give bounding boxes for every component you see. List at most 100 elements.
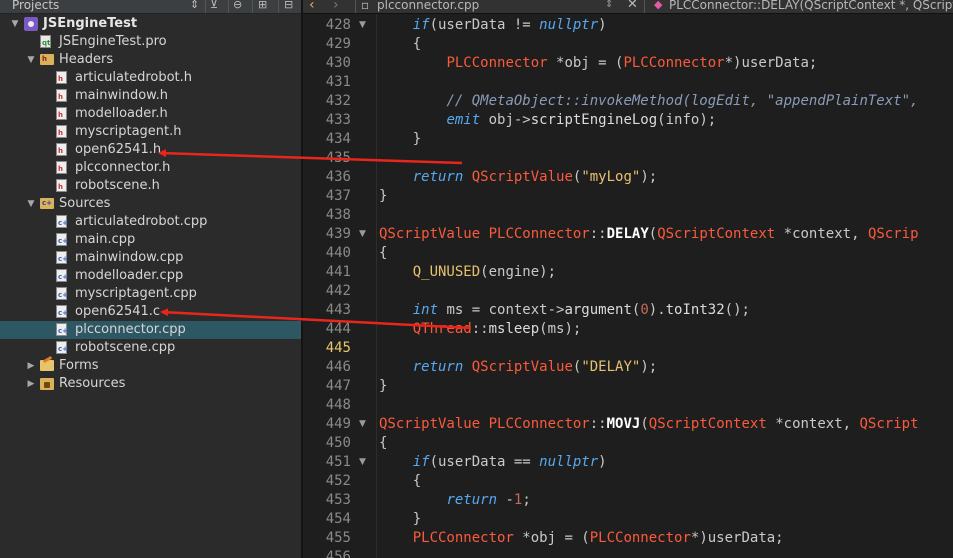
tree-row[interactable]: ▶ Resources — [0, 375, 301, 393]
tree-row[interactable]: h modelloader.h — [0, 105, 301, 123]
fold-marker-icon[interactable]: ▼ — [359, 16, 369, 35]
code-line: QScriptValue PLCConnector::MOVJ(QScriptC… — [379, 415, 919, 434]
nav-back-icon[interactable]: ‹ — [309, 0, 315, 12]
pro-file-icon: qt — [40, 35, 51, 48]
line-number: 441 — [325, 264, 351, 280]
tree-item-label: articulatedrobot.h — [75, 70, 193, 85]
line-number: 437 — [325, 188, 351, 204]
line-number: 439 — [325, 226, 351, 242]
code-token: *obj = ( — [513, 530, 590, 546]
code-token: :: — [589, 226, 607, 242]
tree-row[interactable]: ▼ c+ Sources — [0, 195, 301, 213]
filter-icon[interactable]: ⊻ — [210, 0, 218, 12]
code-token: PLCConnector — [446, 55, 548, 71]
source-file-icon: c+ — [56, 269, 68, 282]
file-dropdown-icon[interactable]: ⇕ — [605, 0, 613, 12]
code-token: return — [412, 359, 464, 375]
code-line: return QScriptValue("myLog"); — [379, 168, 657, 187]
fold-marker-icon[interactable]: ▼ — [359, 415, 369, 434]
line-number-gutter: 428 ▼ 429 430 431 432 433 434 435 436 437 438 439 ▼ 44… — [303, 14, 376, 558]
tree-item-label: plcconnector.cpp — [75, 322, 186, 337]
line-number: 438 — [325, 207, 351, 223]
tree-row[interactable]: c+ open62541.c — [0, 303, 301, 321]
projects-panel-title: Projects — [12, 0, 60, 12]
collapse-arrow-icon[interactable]: ▶ — [26, 375, 36, 393]
split-icon[interactable]: ⊞ — [258, 0, 267, 12]
source-file-icon: c+ — [56, 251, 68, 264]
code-line: { — [379, 434, 387, 453]
line-number: 435 — [325, 150, 351, 166]
tree-row[interactable]: ▼ h Headers — [0, 51, 301, 69]
code-token: ) — [598, 454, 607, 470]
code-token: int — [412, 302, 439, 318]
code-line: { — [379, 472, 421, 491]
chevron-updown-icon[interactable]: ⇕ — [190, 0, 199, 12]
expand-arrow-icon[interactable]: ▼ — [10, 15, 20, 33]
code-token: *context, — [766, 416, 860, 432]
expand-arrow-icon[interactable]: ▼ — [26, 51, 36, 69]
tree-item-label: mainwindow.h — [75, 88, 168, 103]
code-editor: ‹ › ▫ plcconnector.cpp ⇕ ✕ ◆ PLCConnecto… — [303, 0, 953, 558]
source-file-icon: c+ — [56, 323, 68, 336]
tree-item-label: Headers — [59, 52, 114, 67]
tree-row[interactable]: c+ robotscene.cpp — [0, 339, 301, 357]
code-token: nullptr — [539, 454, 599, 470]
tree-item-label: mainwindow.cpp — [75, 250, 184, 265]
tree-row[interactable]: c+ mainwindow.cpp — [0, 249, 301, 267]
code-token: QScriptValue — [471, 359, 573, 375]
code-token: { — [379, 245, 388, 261]
code-token: ); — [640, 359, 658, 375]
code-token: scriptEngineLog — [530, 112, 658, 128]
function-breadcrumb[interactable]: PLCConnector::DELAY(QScriptContext *, QS… — [669, 0, 953, 12]
tree-row[interactable]: c+ plcconnector.cpp — [0, 321, 301, 339]
source-file-icon: c+ — [56, 215, 68, 228]
headers-folder-icon: h — [40, 54, 54, 65]
code-token: msleep — [488, 321, 540, 337]
tree-row[interactable]: c+ modelloader.cpp — [0, 267, 301, 285]
code-token: Q_UNUSED — [412, 264, 481, 280]
tree-row[interactable]: c+ articulatedrobot.cpp — [0, 213, 301, 231]
tree-item-label: modelloader.cpp — [75, 268, 184, 283]
fold-marker-icon[interactable]: ▼ — [359, 453, 369, 472]
tree-row[interactable]: ▶ Forms — [0, 357, 301, 375]
tree-row[interactable]: h mainwindow.h — [0, 87, 301, 105]
fold-marker-icon[interactable]: ▼ — [359, 225, 369, 244]
tree-item-label: myscriptagent.cpp — [75, 286, 197, 301]
tree-row[interactable]: c+ myscriptagent.cpp — [0, 285, 301, 303]
tree-item-label: myscriptagent.h — [75, 124, 182, 139]
tree-row[interactable]: qt JSEngineTest.pro — [0, 33, 301, 51]
tree-row[interactable]: c+ main.cpp — [0, 231, 301, 249]
code-text-area[interactable]: if(userData != nullptr) { PLCConnector *… — [377, 14, 953, 558]
close-panel-icon[interactable]: ⊟ — [284, 0, 293, 12]
line-number: 428 — [325, 17, 351, 33]
nav-forward-icon[interactable]: › — [333, 0, 339, 12]
close-file-icon[interactable]: ✕ — [627, 0, 638, 12]
link-icon[interactable]: ⊖ — [233, 0, 242, 12]
tree-row[interactable]: h articulatedrobot.h — [0, 69, 301, 87]
tree-item-label: modelloader.h — [75, 106, 168, 121]
tree-row[interactable]: h robotscene.h — [0, 177, 301, 195]
line-number: 433 — [325, 112, 351, 128]
tree-row[interactable]: h open62541.h — [0, 141, 301, 159]
open-file-name[interactable]: plcconnector.cpp — [377, 0, 479, 12]
code-token: PLCConnector — [412, 530, 514, 546]
expand-arrow-icon[interactable]: ▼ — [26, 195, 36, 213]
tree-item-label: Forms — [59, 358, 99, 373]
code-token: { — [379, 473, 422, 489]
code-token: if — [412, 454, 430, 470]
line-number: 431 — [325, 74, 351, 90]
tree-row[interactable]: h myscriptagent.h — [0, 123, 301, 141]
tree-row[interactable]: h plcconnector.h — [0, 159, 301, 177]
code-token: (userData == — [429, 454, 540, 470]
line-number: 445 — [325, 340, 351, 356]
collapse-arrow-icon[interactable]: ▶ — [26, 357, 36, 375]
code-token: QScriptValue — [379, 226, 481, 242]
tree-row[interactable]: ▼ JSEngineTest — [0, 15, 301, 33]
